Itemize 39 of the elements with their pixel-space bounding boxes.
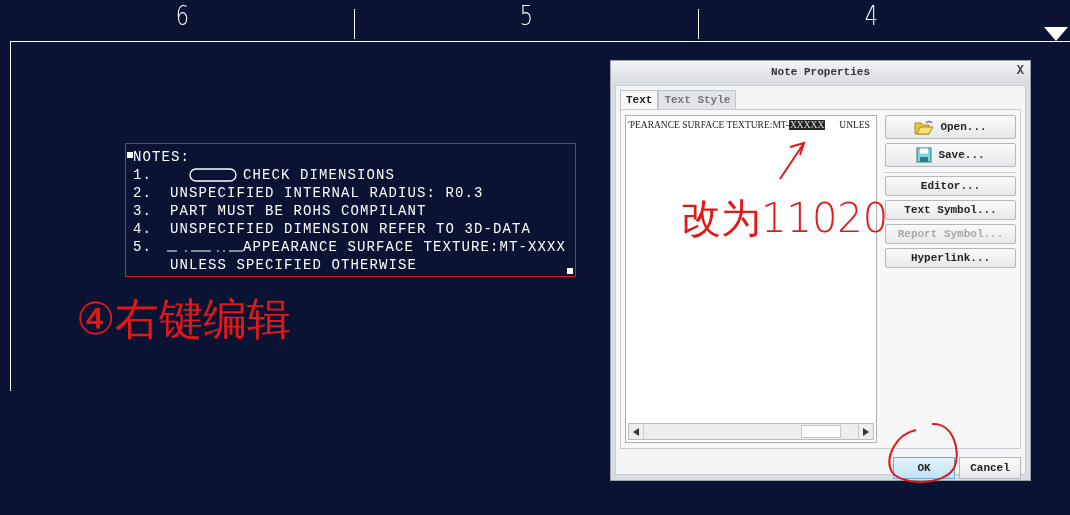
note-number: 1. [133, 166, 153, 184]
dialog-button[interactable]: Save... [885, 143, 1016, 167]
note-text: UNSPECIFIED DIMENSION REFER TO 3D-DATA [170, 220, 532, 238]
zone-number: 5 [519, 4, 534, 28]
selection-handle[interactable] [567, 268, 573, 274]
selected-text: XXXXX [788, 120, 826, 130]
note-number: 5. [133, 238, 153, 256]
note-number: 4. [133, 220, 153, 238]
handwritten-note: ④右键编辑 [76, 292, 292, 346]
dialog-button[interactable]: Hyperlink... [885, 248, 1016, 268]
zone-number: 4 [864, 4, 878, 28]
dialog-button[interactable]: Text Symbol... [885, 200, 1016, 220]
dialog-button[interactable]: OK [893, 457, 955, 479]
handwritten-arrow [778, 139, 808, 181]
scroll-thumb[interactable] [801, 425, 841, 438]
note-text: APPEARANCE SURFACE TEXTURE:MT-XXXX [243, 238, 567, 256]
note-number: 3. [133, 202, 153, 220]
tab[interactable]: Text [620, 90, 659, 109]
dialog-button[interactable]: Editor... [885, 176, 1016, 196]
dialog-button[interactable]: Cancel [959, 457, 1021, 479]
note-text: NOTES: [133, 148, 190, 166]
note-frame[interactable] [125, 143, 576, 277]
note-number: 2. [133, 184, 153, 202]
horizontal-scrollbar[interactable] [628, 423, 875, 440]
dialog-button[interactable]: Open... [885, 115, 1016, 139]
tab[interactable]: Text Style [658, 90, 737, 109]
folder-icon [914, 119, 935, 135]
window-title: Note Properties [771, 66, 870, 78]
zone-number: 6 [175, 4, 189, 28]
dashed-line-icon [167, 250, 243, 252]
editor-text: 'PEARANCE SURFACE TEXTURE:MT- [628, 120, 789, 130]
oval-symbol-icon [189, 168, 237, 182]
editor-text: UNLES [839, 120, 870, 130]
note-text: PART MUST BE ROHS COMPILANT [170, 202, 427, 220]
note-text: UNLESS SPECIFIED OTHERWISE [170, 256, 418, 274]
note-text: UNSPECIFIED INTERNAL RADIUS: R0.3 [170, 184, 484, 202]
note-text: CHECK DIMENSIONS [243, 166, 396, 184]
selection-handle[interactable] [127, 152, 133, 158]
close-button[interactable]: X [1016, 64, 1024, 78]
